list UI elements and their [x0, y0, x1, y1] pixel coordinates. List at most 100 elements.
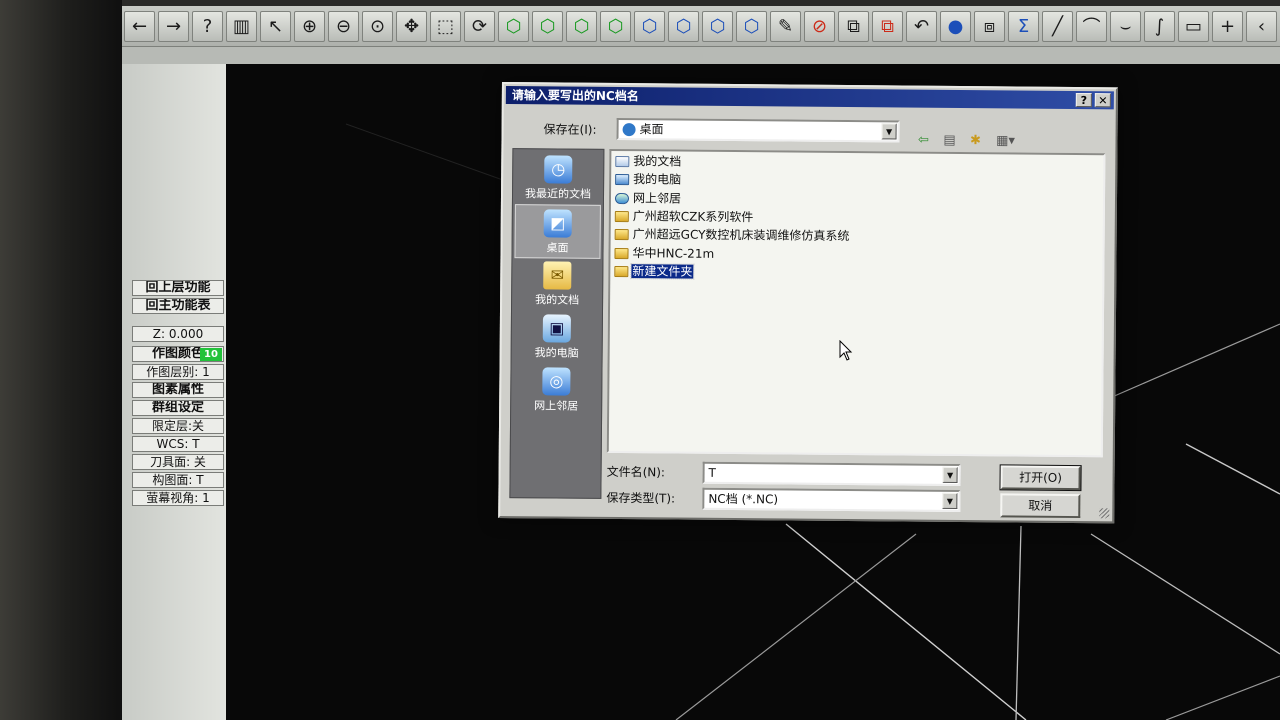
zoom-window-icon[interactable]: ⊙ — [362, 10, 393, 42]
zoom-fit-icon[interactable]: ⬚ — [430, 10, 461, 42]
save-in-label: 保存在(I): — [543, 122, 597, 137]
list-item-name: 新建文件夹 — [630, 262, 695, 280]
help-button[interactable]: ? — [1075, 93, 1092, 108]
menu-item[interactable]: 限定层:关 — [132, 418, 224, 434]
cube-blue-3-icon[interactable]: ⬡ — [702, 10, 733, 42]
more-icon[interactable]: ‹ — [1246, 10, 1277, 42]
cube-blue-1-icon[interactable]: ⬡ — [634, 10, 665, 42]
views-menu-icon[interactable]: ▦▾ — [991, 132, 1019, 150]
calculator-icon[interactable]: ▥ — [226, 10, 257, 42]
menu-item[interactable]: 刀具面: 关 — [132, 454, 224, 470]
menu-item[interactable]: WCS: T — [132, 436, 224, 452]
menu-item-label: 限定层:关 — [151, 419, 205, 433]
mouse-pointer-icon — [839, 340, 853, 361]
save-nc-dialog: 请输入要写出的NC档名 ? ✕ 保存在(I): 桌面 ▼ ⇦ ▤ ✱ ▦▾ ◷ 我… — [498, 82, 1118, 524]
menu-item-label: 构图面: T — [152, 473, 204, 487]
list-item[interactable]: 广州超软CZK系列软件 — [614, 208, 755, 226]
place-network-places[interactable]: ◎ 网上邻居 — [513, 363, 599, 418]
list-item[interactable]: 我的文档 — [615, 153, 682, 171]
arc-down-icon[interactable]: ⌣ — [1110, 10, 1141, 42]
list-item-name: 我的电脑 — [633, 172, 682, 187]
menu-item[interactable]: 图素属性 — [132, 382, 224, 398]
rectangle-icon[interactable]: ▭ — [1178, 10, 1209, 42]
grid-line — [1095, 323, 1280, 405]
menu-item[interactable]: 群组设定 — [132, 400, 224, 416]
no-draw-icon[interactable]: ⊘ — [804, 10, 835, 42]
list-item[interactable]: 广州超远GCY数控机床装调维修仿真系统 — [614, 226, 851, 245]
sphere-icon[interactable]: ● — [940, 10, 971, 42]
place-desktop[interactable]: ◩ 桌面 — [514, 204, 601, 259]
layout-split-icon[interactable]: ⧉ — [838, 10, 869, 42]
menu-item[interactable]: 作图颜色 10 — [132, 346, 224, 362]
spline-icon[interactable]: ∫ — [1144, 10, 1175, 42]
filename-label: 文件名(N): — [606, 464, 666, 480]
help-icon[interactable]: ? — [192, 10, 223, 42]
close-button[interactable]: ✕ — [1094, 93, 1111, 108]
zoom-out-icon[interactable]: ⊖ — [328, 10, 359, 42]
menu-item[interactable]: 萤幕视角: 1 — [132, 490, 224, 506]
whats-this-icon[interactable]: ↖ — [260, 10, 291, 42]
document-icon — [615, 155, 630, 168]
filename-value: T — [708, 465, 717, 480]
open-button[interactable]: 打开(O) — [999, 464, 1082, 492]
resize-grip-icon[interactable] — [1099, 508, 1110, 519]
menu-item[interactable]: 回上层功能 — [132, 280, 224, 296]
undo-icon[interactable]: ↶ — [906, 10, 937, 42]
cube-blue-4-icon[interactable]: ⬡ — [736, 10, 767, 42]
list-item[interactable]: 新建文件夹 — [614, 262, 695, 281]
computer-icon — [615, 174, 630, 186]
folder-icon — [614, 229, 629, 241]
zoom-in-icon[interactable]: ⊕ — [294, 10, 325, 42]
menu-item-label: 萤幕视角: 1 — [146, 491, 210, 505]
list-item-name: 华中HNC-21m — [632, 245, 715, 261]
arrow-right-icon[interactable]: → — [158, 10, 189, 42]
view-side-icon[interactable]: ⬡ — [566, 10, 597, 42]
list-item[interactable]: 华中HNC-21m — [614, 244, 715, 262]
view-top-icon[interactable]: ⬡ — [498, 10, 529, 42]
plus-icon[interactable]: + — [1212, 10, 1243, 42]
menu-item[interactable]: Z: 0.000 — [132, 326, 224, 342]
line-icon[interactable]: ╱ — [1042, 10, 1073, 42]
place-label: 网上邻居 — [534, 399, 579, 413]
place-recent-docs[interactable]: ◷ 我最近的文档 — [515, 151, 601, 206]
rotate-view-icon[interactable]: ⟳ — [464, 10, 495, 42]
back-icon[interactable]: ⇦ — [913, 132, 933, 150]
list-item[interactable]: 我的电脑 — [615, 171, 682, 189]
places-bar: ◷ 我最近的文档 ◩ 桌面 ✉ 我的文档 ▣ 我的电脑 ◎ 网上邻居 — [509, 148, 605, 499]
place-my-documents[interactable]: ✉ 我的文档 — [514, 257, 600, 312]
chevron-down-icon[interactable]: ▼ — [942, 466, 958, 483]
up-folder-icon[interactable]: ▤ — [939, 132, 959, 150]
pan-icon[interactable]: ✥ — [396, 10, 427, 42]
new-folder-icon[interactable]: ✱ — [965, 132, 985, 150]
arc-icon[interactable]: ⌒ — [1076, 10, 1107, 42]
file-list[interactable]: 我的文档 我的电脑网上邻居广州超软CZK系列软件 广州超远GCY数控机床装调维修仿真… — [606, 148, 1106, 458]
sigma-icon[interactable]: Σ — [1008, 10, 1039, 42]
list-item-name: 广州超软CZK系列软件 — [632, 209, 754, 225]
list-item[interactable]: 网上邻居 — [614, 190, 682, 208]
function-menu-panel: 回上层功能回主功能表 Z: 0.000 作图颜色 10 作图层别: 1 图素属性群组设定限… — [122, 64, 227, 720]
chevron-down-icon[interactable]: ▼ — [942, 492, 958, 509]
cancel-button[interactable]: 取消 — [1000, 493, 1081, 519]
filename-input[interactable]: T ▼ — [702, 461, 961, 487]
menu-item[interactable]: 作图层别: 1 — [132, 364, 224, 380]
menu-item[interactable]: 回主功能表 — [132, 298, 224, 314]
filetype-value: NC档 (*.NC) — [708, 491, 779, 507]
place-label: 我的电脑 — [534, 346, 579, 360]
view-iso-icon[interactable]: ⬡ — [600, 10, 631, 42]
grid-line — [1015, 525, 1022, 720]
transform-icon[interactable]: ⧈ — [974, 10, 1005, 42]
arrow-left-icon[interactable]: ← — [124, 10, 155, 42]
cube-blue-2-icon[interactable]: ⬡ — [668, 10, 699, 42]
main-toolbar: ← →? ▥ ↖ ⊕ ⊖ ⊙ ✥ ⬚ ⟳ ⬡ ⬡ ⬡ ⬡ ⬡ ⬡ ⬡ ⬡ ✎ ⊘ ⧉ ⧉ ↶ ● ⧈ Σ ╱ ⌒ ⌣ ∫ ▭ + ‹ — [122, 6, 1280, 47]
filetype-dropdown[interactable]: NC档 (*.NC) ▼ — [702, 487, 961, 513]
save-in-dropdown[interactable]: 桌面 ▼ — [616, 118, 900, 143]
chevron-down-icon[interactable]: ▼ — [881, 123, 897, 140]
layout-color-icon[interactable]: ⧉ — [872, 10, 903, 42]
view-front-icon[interactable]: ⬡ — [532, 10, 563, 42]
menu-item-label: 作图颜色 — [151, 346, 204, 361]
pencil-icon[interactable]: ✎ — [770, 10, 801, 42]
list-item-name: 网上邻居 — [632, 190, 682, 206]
place-my-computer[interactable]: ▣ 我的电脑 — [514, 310, 600, 365]
menu-item[interactable]: 构图面: T — [132, 472, 224, 488]
desktop-icon — [622, 123, 636, 137]
